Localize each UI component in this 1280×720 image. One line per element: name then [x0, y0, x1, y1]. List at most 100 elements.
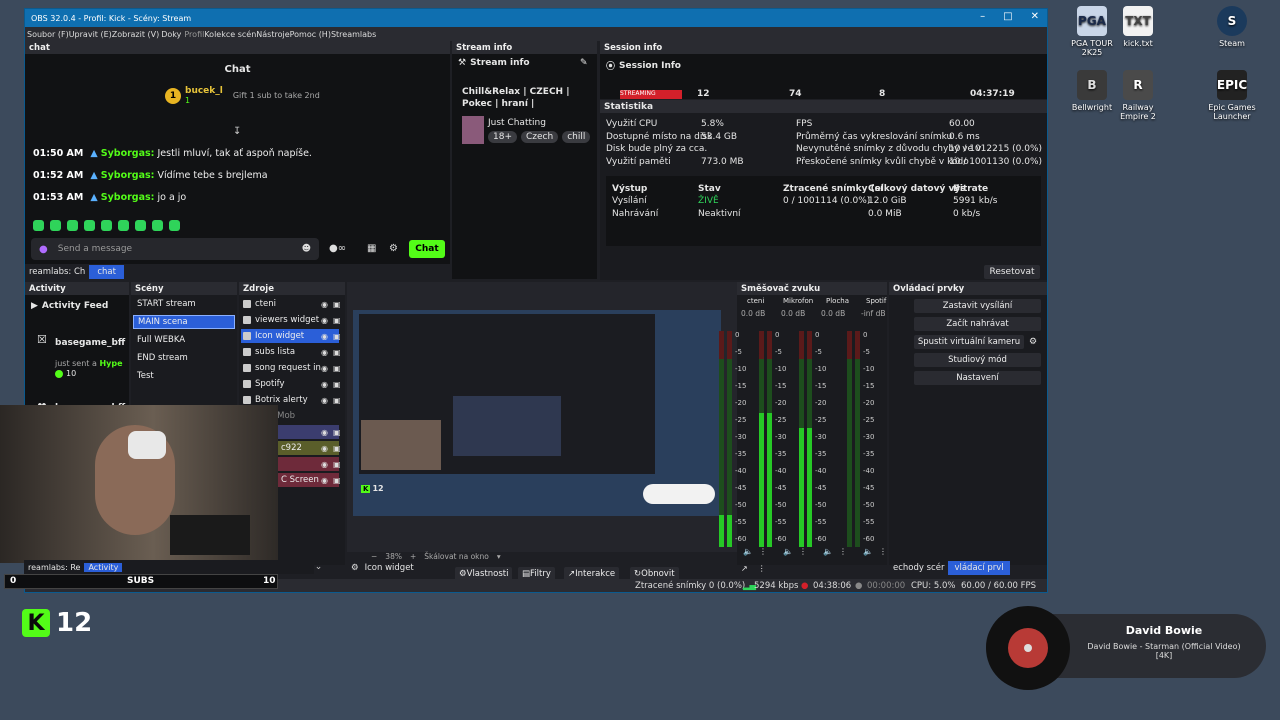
message-input[interactable]: ● Send a message ☻: [31, 238, 319, 260]
window-titlebar[interactable]: OBS 32.0.4 - Profil: Kick - Scény: Strea…: [25, 9, 1047, 27]
message-user[interactable]: Syborgas:: [101, 148, 155, 159]
controls-dock-title[interactable]: Ovládací prvky: [889, 282, 1047, 295]
menu-scene-collection[interactable]: Kolekce scén: [204, 30, 256, 39]
scroll-down-icon[interactable]: ↧: [233, 126, 241, 137]
railway-empire-icon[interactable]: R Railway Empire 2: [1110, 70, 1166, 121]
lock-icon[interactable]: ▣: [333, 332, 341, 341]
tab-chat[interactable]: chat: [89, 265, 124, 279]
emote-icon[interactable]: [50, 220, 61, 231]
menu-profile[interactable]: Profil: [184, 30, 204, 39]
zoom-out-icon[interactable]: −: [371, 552, 377, 561]
activity-user[interactable]: basegame_bff: [55, 338, 125, 348]
down-icon[interactable]: ⌄: [315, 562, 323, 572]
close-icon[interactable]: ✕: [1031, 11, 1039, 22]
source-item[interactable]: cteni ◉ ▣: [241, 297, 341, 311]
kick-txt-icon[interactable]: TXT kick.txt: [1110, 6, 1166, 48]
mixer-dock-title[interactable]: Směšovač zvuku: [737, 282, 887, 295]
chat-send-button[interactable]: Chat: [409, 240, 445, 258]
more-icon[interactable]: ⋮: [839, 547, 847, 556]
tab-streamlabs-chat[interactable]: reamlabs: Ch: [25, 267, 89, 277]
eye-icon[interactable]: ◉: [321, 316, 328, 325]
lock-icon[interactable]: ▣: [333, 444, 341, 453]
link-icon[interactable]: ↗: [741, 564, 748, 573]
source-item[interactable]: viewers widget ◉ ▣: [241, 313, 341, 327]
emote-icon[interactable]: [118, 220, 129, 231]
lock-icon[interactable]: ▣: [333, 300, 341, 309]
lock-icon[interactable]: ▣: [333, 348, 341, 357]
speaker-icon[interactable]: 🔈: [783, 547, 793, 556]
microphone-icon[interactable]: ●: [39, 244, 48, 255]
chat-dock-title[interactable]: chat: [25, 41, 450, 54]
users-icon[interactable]: ●∞: [329, 243, 346, 254]
emote-icon[interactable]: [67, 220, 78, 231]
lock-icon[interactable]: ▣: [333, 428, 341, 437]
scene-item[interactable]: Full WEBKA: [133, 333, 235, 347]
source-item[interactable]: Spotify ◉ ▣: [241, 377, 341, 391]
scene-item[interactable]: START stream: [133, 297, 235, 311]
source-item-selected[interactable]: Icon widget ◉ ▣: [241, 329, 341, 343]
stream-info-dock-title[interactable]: Stream info: [452, 41, 597, 54]
menu-edit[interactable]: Upravit (E): [69, 30, 112, 39]
start-virtualcam-button[interactable]: Spustit virtuální kameru: [914, 335, 1024, 349]
menu-view[interactable]: Zobrazit (V): [112, 30, 159, 39]
more-icon[interactable]: ⋮: [759, 547, 767, 556]
gear-icon[interactable]: ⚙: [389, 243, 398, 254]
tab-controls[interactable]: vládací prvl: [948, 561, 1010, 575]
speaker-icon[interactable]: 🔈: [863, 547, 873, 556]
eye-icon[interactable]: ◉: [321, 364, 328, 373]
epic-games-icon[interactable]: EPIC Epic Games Launcher: [1204, 70, 1260, 121]
menu-docks[interactable]: Doky: [161, 30, 181, 39]
emote-icon[interactable]: [169, 220, 180, 231]
steam-icon[interactable]: S Steam: [1204, 6, 1260, 48]
emoji-icon[interactable]: ☻: [302, 244, 311, 254]
tab-activity[interactable]: Activity: [84, 562, 123, 572]
menu-streamlabs[interactable]: Streamlabs: [331, 30, 376, 39]
zoom-in-icon[interactable]: +: [410, 552, 416, 561]
store-icon[interactable]: ▦: [367, 243, 376, 254]
tag[interactable]: 18+: [488, 131, 517, 143]
tag[interactable]: chill: [562, 131, 591, 143]
reset-button[interactable]: Resetovat: [984, 265, 1040, 279]
settings-button[interactable]: Nastavení: [914, 371, 1041, 385]
eye-icon[interactable]: ◉: [321, 380, 328, 389]
lock-icon[interactable]: ▣: [333, 396, 341, 405]
lock-icon[interactable]: ▣: [333, 476, 341, 485]
menu-file[interactable]: Soubor (F): [27, 30, 69, 39]
minimize-icon[interactable]: –: [980, 11, 985, 22]
emote-icon[interactable]: [33, 220, 44, 231]
studio-mode-button[interactable]: Studiový mód: [914, 353, 1041, 367]
menu-help[interactable]: Pomoc (H): [290, 30, 331, 39]
start-recording-button[interactable]: Začít nahrávat: [914, 317, 1041, 331]
eye-icon[interactable]: ◉: [321, 396, 328, 405]
scene-item[interactable]: END stream: [133, 351, 235, 365]
stop-streaming-button[interactable]: Zastavit vysílání: [914, 299, 1041, 313]
emote-icon[interactable]: [101, 220, 112, 231]
speaker-icon[interactable]: 🔈: [823, 547, 833, 556]
eye-icon[interactable]: ◉: [321, 300, 328, 309]
scenes-dock-title[interactable]: Scény: [131, 282, 237, 295]
maximize-icon[interactable]: □: [1003, 11, 1012, 22]
menu-tools[interactable]: Nástroje: [256, 30, 289, 39]
lock-icon[interactable]: ▣: [333, 380, 341, 389]
virtualcam-gear-icon[interactable]: ⚙: [1029, 337, 1037, 347]
source-item[interactable]: subs lista ◉ ▣: [241, 345, 341, 359]
eye-icon[interactable]: ◉: [321, 444, 328, 453]
activity-dock-title[interactable]: Activity: [25, 282, 129, 295]
edit-icon[interactable]: ✎: [580, 58, 588, 68]
eye-icon[interactable]: ◉: [321, 348, 328, 357]
source-item[interactable]: song request in ◉ ▣: [241, 361, 341, 375]
eye-icon[interactable]: ◉: [321, 332, 328, 341]
eye-icon[interactable]: ◉: [321, 476, 328, 485]
lock-icon[interactable]: ▣: [333, 364, 341, 373]
emote-icon[interactable]: [84, 220, 95, 231]
lock-icon[interactable]: ▣: [333, 316, 341, 325]
tab-streamlabs-recent[interactable]: reamlabs: Re: [24, 563, 84, 572]
message-user[interactable]: Syborgas:: [101, 192, 155, 203]
eye-icon[interactable]: ◉: [321, 460, 328, 469]
scale-mode[interactable]: Škálovat na okno: [424, 552, 489, 561]
scene-item[interactable]: Test: [133, 369, 235, 383]
emote-icon[interactable]: [135, 220, 146, 231]
more-icon[interactable]: ⋮: [758, 564, 766, 573]
preview-area[interactable]: K 12 − 38% + Škálovat na okno ▾: [347, 282, 737, 561]
speaker-icon[interactable]: 🔈: [743, 547, 753, 556]
